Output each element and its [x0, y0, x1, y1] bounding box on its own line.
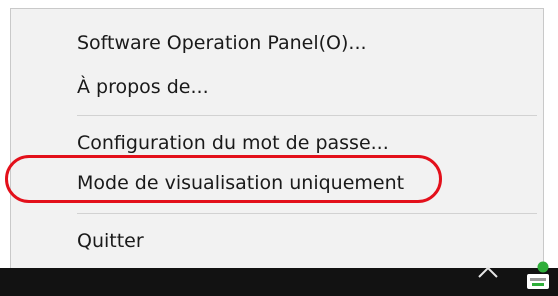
- menu-item-software-operation-panel[interactable]: Software Operation Panel(O)...: [11, 21, 543, 65]
- menu-item-label: Mode de visualisation uniquement: [77, 172, 405, 194]
- chevron-up-icon[interactable]: [476, 264, 500, 280]
- menu-separator: [77, 115, 537, 116]
- menu-item-quit[interactable]: Quitter: [11, 219, 543, 263]
- menu-item-label: À propos de...: [77, 76, 209, 98]
- menu-item-label: Quitter: [77, 230, 144, 252]
- menu-separator: [77, 213, 537, 214]
- menu-item-about[interactable]: À propos de...: [11, 65, 543, 109]
- context-menu: Software Operation Panel(O)... À propos …: [10, 8, 544, 270]
- taskbar: [0, 268, 558, 296]
- menu-item-label: Configuration du mot de passe...: [77, 132, 389, 154]
- menu-item-password-configuration[interactable]: Configuration du mot de passe...: [11, 121, 543, 165]
- menu-item-label: Software Operation Panel(O)...: [77, 32, 367, 54]
- scanner-tray-icon[interactable]: [524, 260, 554, 294]
- menu-item-view-only-mode[interactable]: Mode de visualisation uniquement: [11, 161, 543, 205]
